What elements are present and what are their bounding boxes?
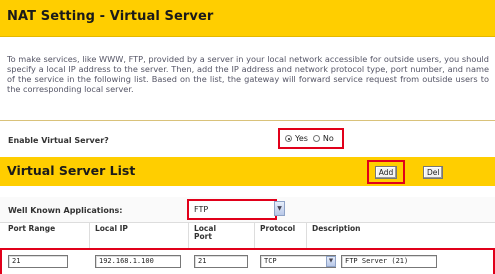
- enable-virtual-server-label: Enable Virtual Server?: [8, 136, 109, 145]
- yes-label: Yes: [295, 134, 308, 143]
- divider: [0, 120, 495, 121]
- yes-radio[interactable]: [285, 135, 292, 142]
- col-description: Description: [312, 224, 361, 233]
- well-known-apps-label: Well Known Applications:: [8, 206, 123, 215]
- add-button-highlight: Add: [367, 160, 405, 184]
- well-known-apps-select[interactable]: FTP: [187, 199, 277, 220]
- local-port-input[interactable]: 21: [194, 255, 248, 268]
- chevron-down-icon[interactable]: ▼: [274, 201, 285, 216]
- section-title: Virtual Server List: [7, 163, 136, 178]
- col-local-ip: Local IP: [95, 224, 128, 233]
- col-local-port: Local Port: [194, 224, 217, 241]
- chevron-down-icon[interactable]: ▼: [326, 256, 336, 267]
- port-range-input[interactable]: 21: [8, 255, 68, 268]
- add-button[interactable]: Add: [374, 165, 398, 179]
- page-header: NAT Setting - Virtual Server: [0, 0, 495, 37]
- description-input[interactable]: FTP Server (21): [341, 255, 437, 268]
- protocol-select[interactable]: TCP: [260, 255, 336, 268]
- delete-button[interactable]: Del: [423, 166, 444, 179]
- page-title: NAT Setting - Virtual Server: [7, 9, 214, 24]
- well-known-apps-value: FTP: [194, 205, 209, 214]
- divider: [254, 222, 255, 248]
- virtual-server-list-header: Virtual Server List: [0, 157, 495, 186]
- divider: [89, 222, 90, 248]
- local-ip-input[interactable]: 192.168.1.100: [95, 255, 181, 268]
- col-port-range: Port Range: [8, 224, 56, 233]
- enable-radio-group: Yes No: [278, 128, 344, 149]
- divider: [188, 222, 189, 248]
- intro-text: To make services, like WWW, FTP, provide…: [7, 54, 489, 94]
- no-label: No: [322, 134, 334, 143]
- divider: [306, 222, 307, 248]
- col-protocol: Protocol: [260, 224, 296, 233]
- no-radio[interactable]: [312, 135, 320, 142]
